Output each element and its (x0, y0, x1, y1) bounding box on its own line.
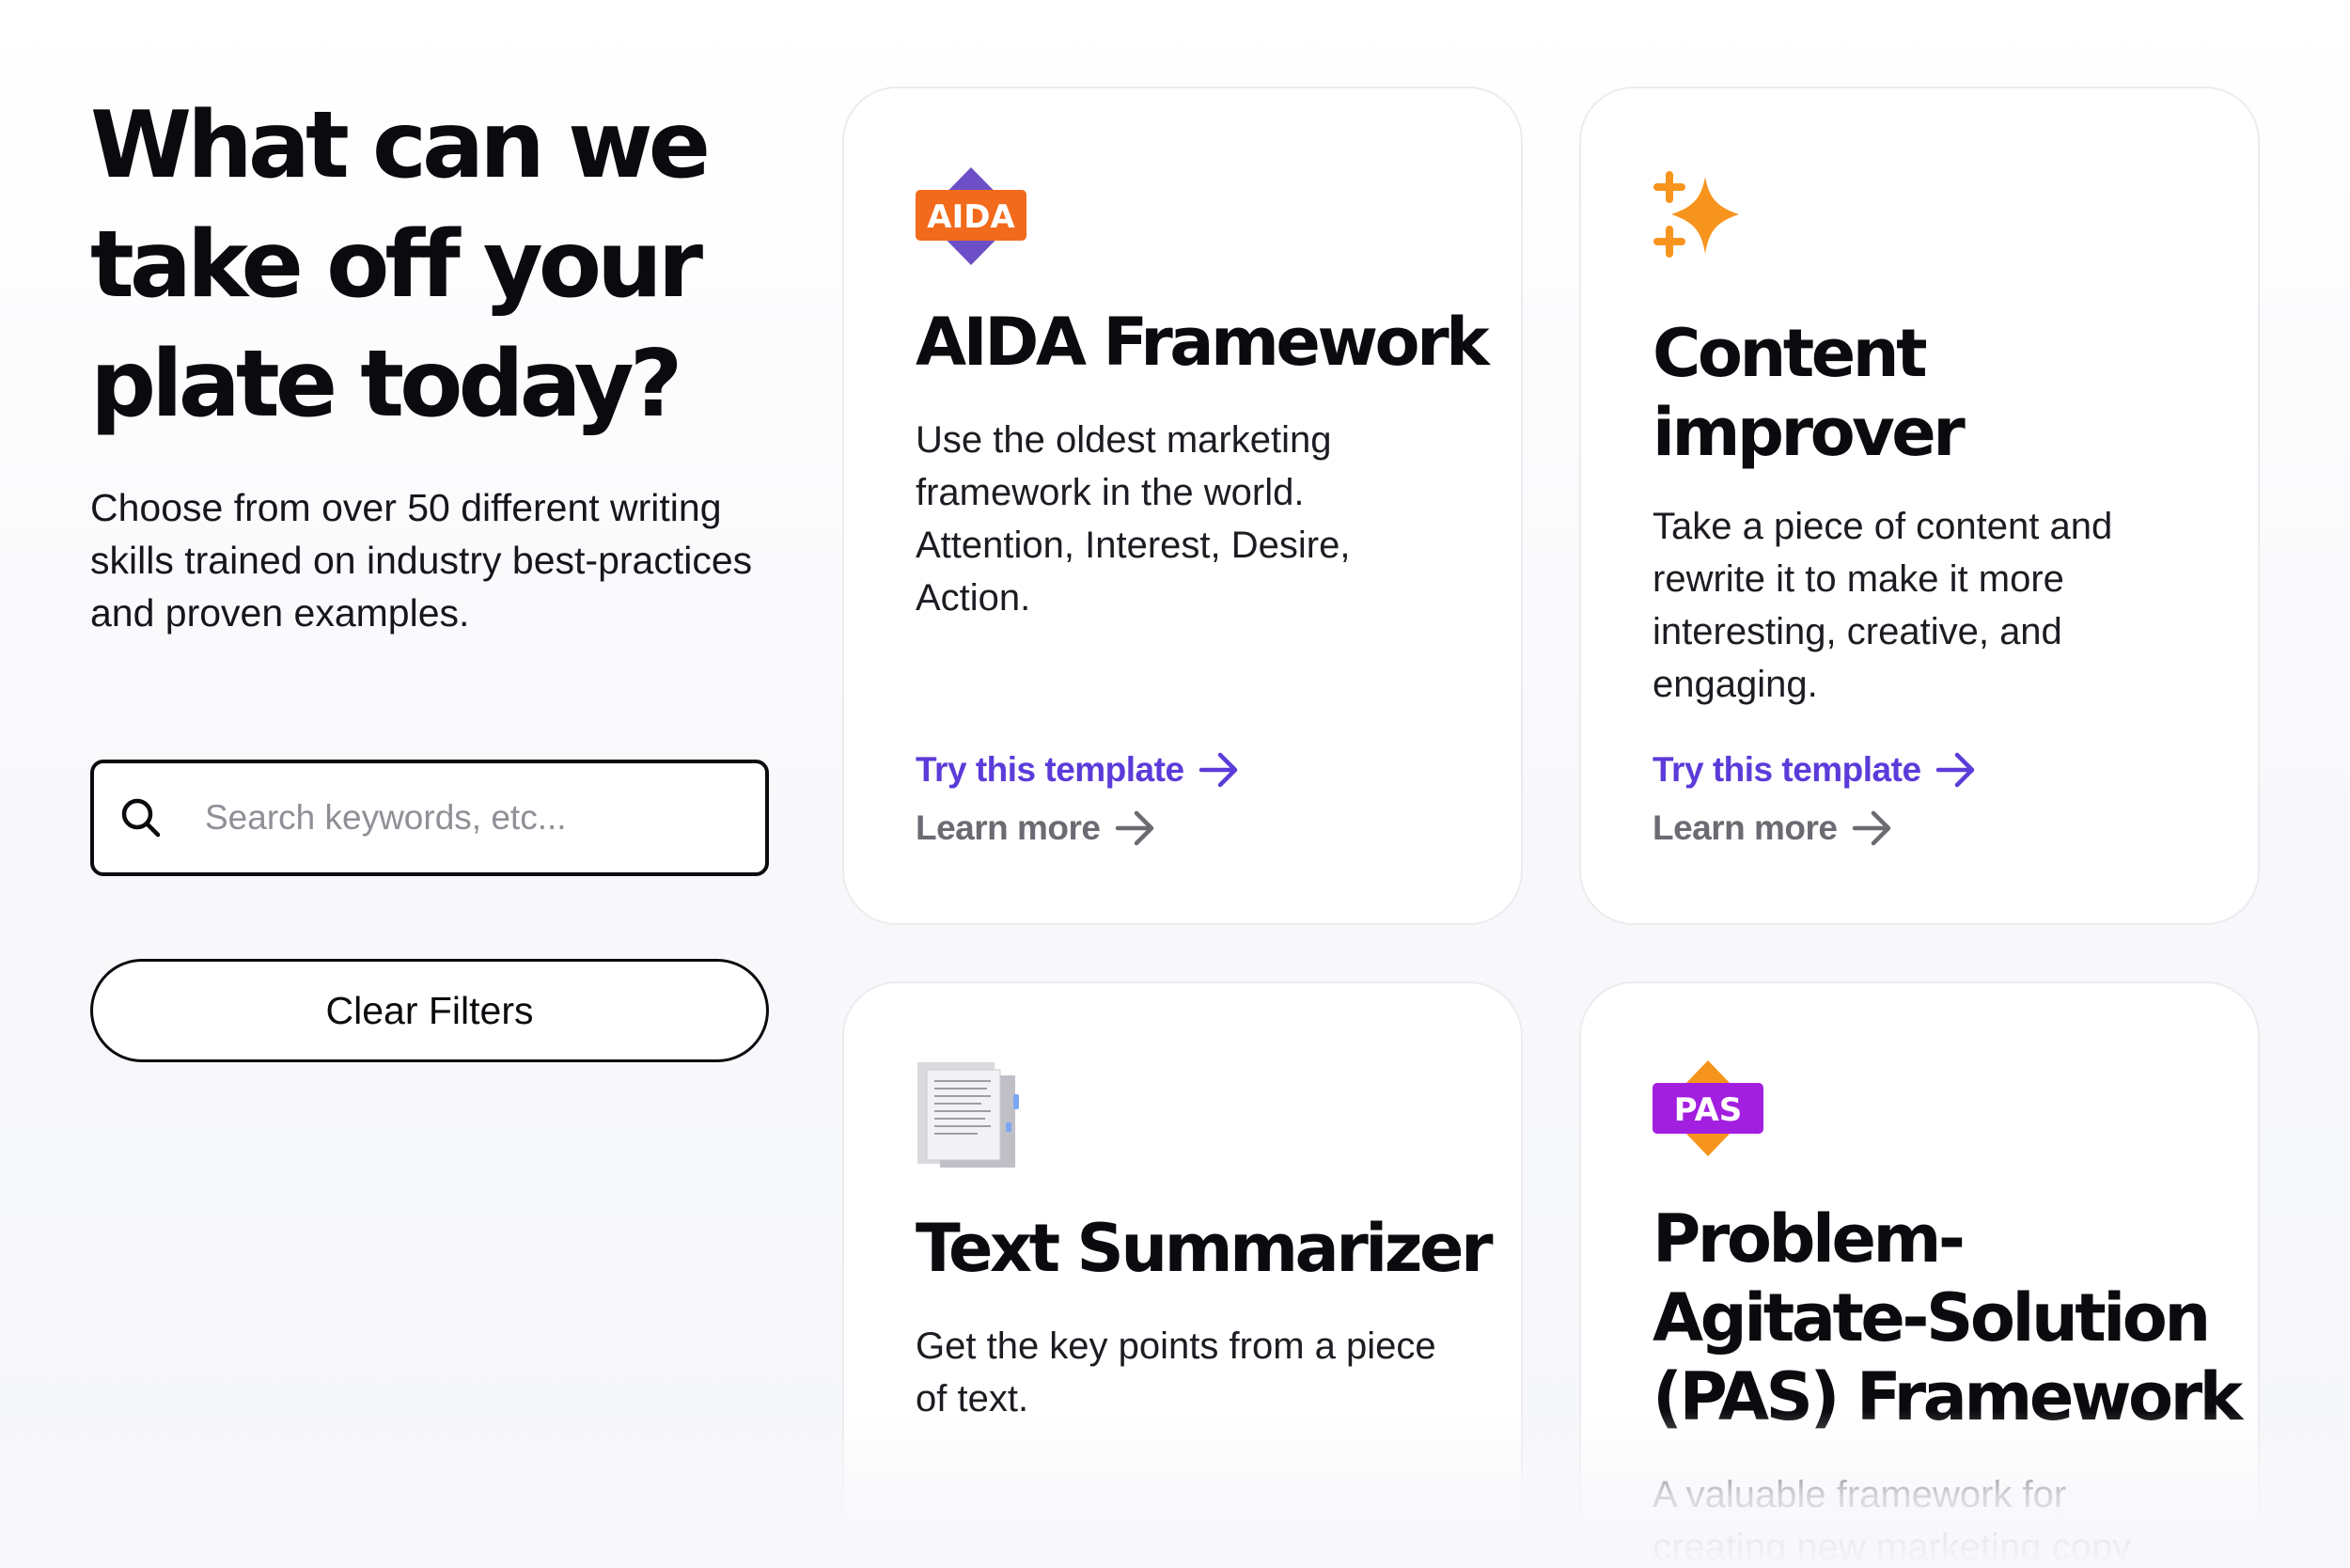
page-headline: What can we take off your plate today? (90, 86, 767, 445)
arrow-right-icon (1198, 752, 1237, 788)
learn-more-label: Learn more (916, 808, 1101, 847)
template-card-aida[interactable]: AIDA AIDA Framework Use the oldest marke… (842, 86, 1523, 925)
intro-text: Choose from over 50 different writing sk… (90, 486, 753, 635)
search-box[interactable] (90, 760, 769, 876)
learn-more-label: Learn more (1653, 808, 1838, 847)
template-card-content-improver[interactable]: Content improver Take a piece of content… (1579, 86, 2260, 925)
headline-line: What can we (90, 92, 711, 199)
arrow-right-icon (1852, 810, 1890, 846)
try-template-link[interactable]: Try this template (916, 750, 1241, 790)
try-template-link[interactable]: Try this template (1653, 750, 1978, 790)
template-card-text-summarizer[interactable]: Text Summarizer Get the key points from … (842, 981, 1523, 1568)
sparkles-icon (1653, 171, 1739, 258)
card-title: Problem- Agitate-Solution (PAS) Framewor… (1653, 1200, 2243, 1436)
document-pages-icon (917, 1062, 1019, 1168)
card-title-line: Content (1653, 315, 1928, 392)
card-title-line: improver (1653, 394, 1966, 471)
clear-filters-button[interactable]: Clear Filters (90, 959, 769, 1062)
card-title: Text Summarizer (916, 1209, 1494, 1288)
card-title-line: (PAS) Framework (1653, 1358, 2243, 1435)
try-template-label: Try this template (916, 750, 1184, 789)
card-description: Use the oldest marketing framework in th… (916, 419, 1351, 619)
pas-badge-text: PAS (1674, 1091, 1743, 1129)
template-card-pas[interactable]: PAS Problem- Agitate-Solution (PAS) Fram… (1579, 981, 2260, 1568)
search-input[interactable] (205, 786, 731, 850)
card-description: A valuable framework for creating new ma… (1653, 1474, 2132, 1568)
headline-line: take off your (90, 212, 703, 319)
aida-badge-text: AIDA (927, 198, 1015, 236)
learn-more-link[interactable]: Learn more (1653, 808, 1894, 848)
card-title: Content improver (1653, 314, 2217, 472)
card-description: Take a piece of content and rewrite it t… (1653, 506, 2113, 705)
try-template-label: Try this template (1653, 750, 1921, 789)
headline-line: plate today? (90, 331, 682, 438)
arrow-right-icon (1115, 810, 1153, 846)
learn-more-link[interactable]: Learn more (916, 808, 1157, 848)
card-title: AIDA Framework (916, 303, 1490, 382)
pas-badge-icon: PAS (1653, 1060, 1763, 1156)
card-title-line: Agitate-Solution (1653, 1279, 2211, 1356)
search-icon (121, 798, 161, 838)
aida-badge-icon: AIDA (916, 167, 1026, 265)
card-title-line: AIDA Framework (916, 304, 1490, 381)
card-description: Get the key points from a piece of text. (916, 1325, 1436, 1419)
card-title-line: Text Summarizer (916, 1210, 1494, 1287)
card-title-line: Problem- (1653, 1200, 1966, 1278)
arrow-right-icon (1935, 752, 1974, 788)
templates-page: What can we take off your plate today? C… (0, 0, 2350, 1568)
